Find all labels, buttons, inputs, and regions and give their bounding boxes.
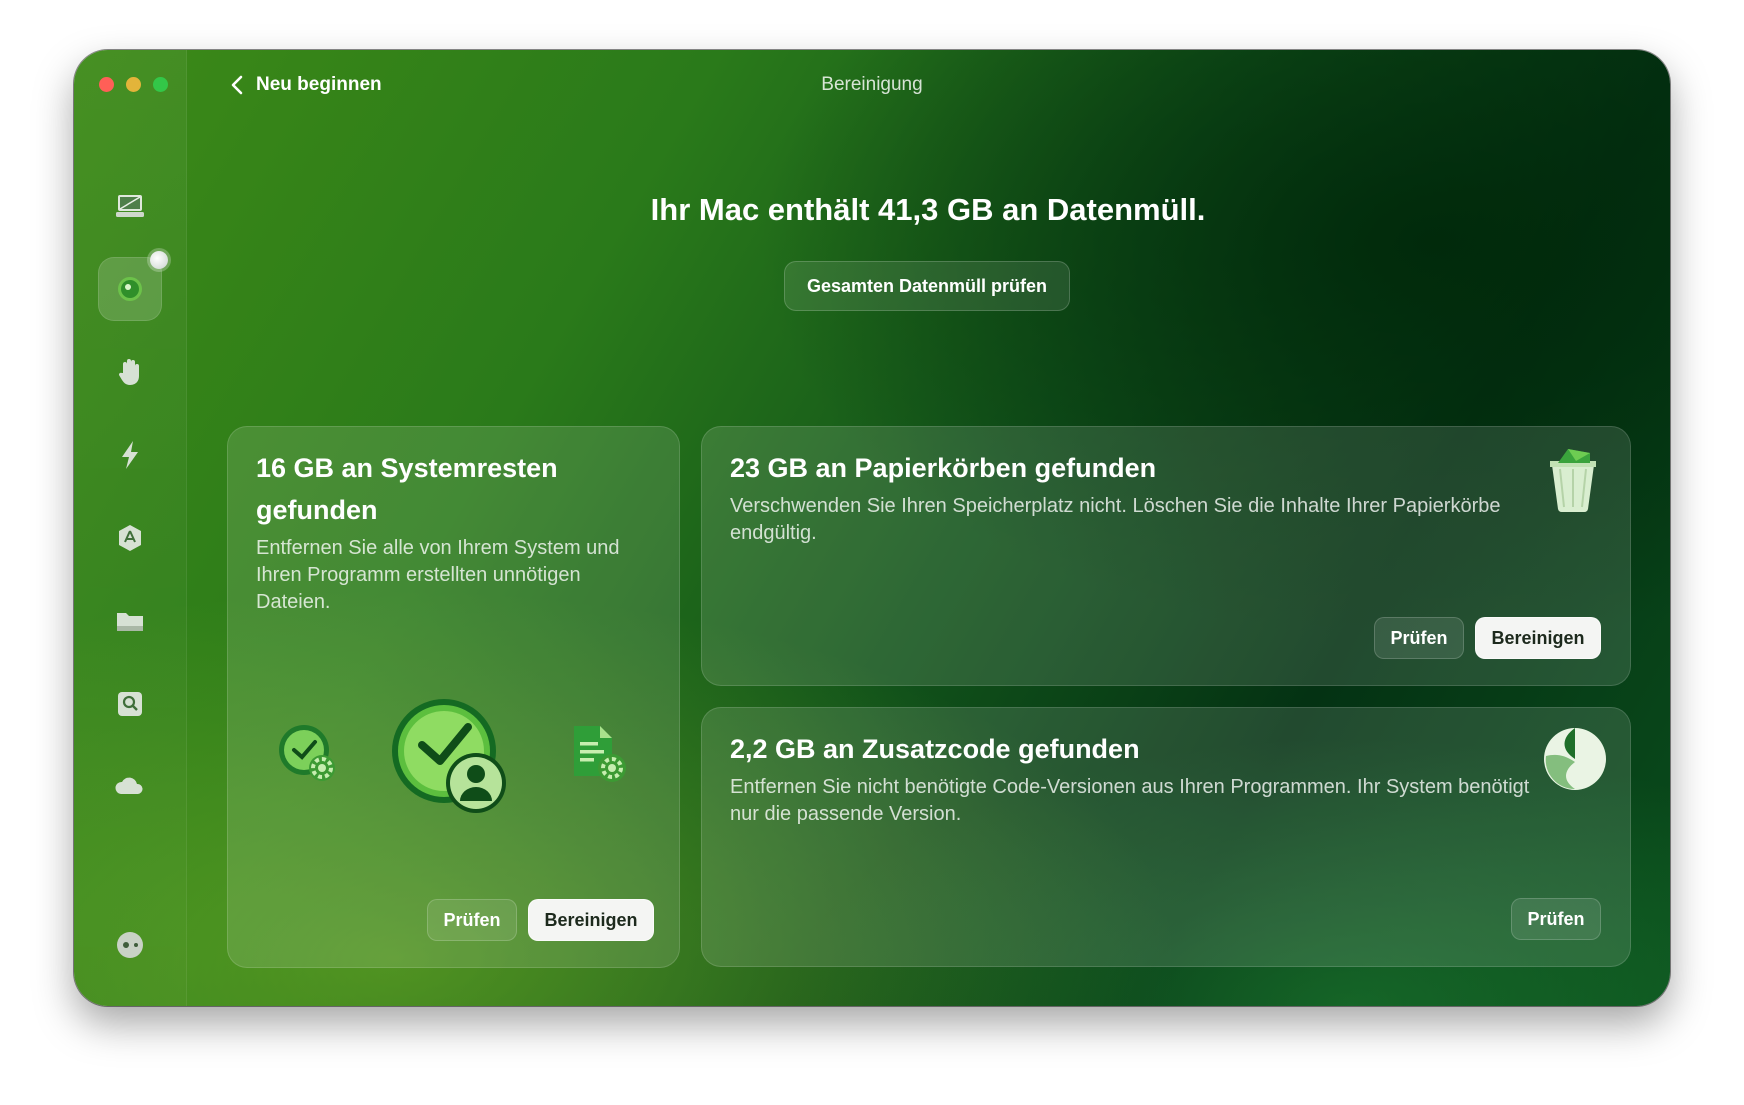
- sidebar: [74, 50, 187, 1006]
- system-junk-description: Entfernen Sie alle von Ihrem System und …: [256, 537, 620, 613]
- sidebar-item-cleanup[interactable]: [98, 251, 168, 321]
- sidebar-item-my-clutter[interactable]: [98, 589, 162, 653]
- system-junk-title: 16 GB an Systemresten gefunden: [256, 453, 558, 525]
- window-title: Bereinigung: [821, 74, 923, 95]
- clock-gear-icon: [279, 725, 335, 781]
- sidebar-item-space-lens[interactable]: [98, 672, 162, 736]
- sidebar-item-protection[interactable]: [98, 340, 162, 404]
- binaries-title: 2,2 GB an Zusatzcode gefunden: [730, 734, 1140, 764]
- smart-scan-icon: [116, 195, 144, 217]
- trash-bin-icon: [1550, 449, 1596, 513]
- hand-icon: [118, 359, 139, 385]
- assistant-icon: [117, 932, 143, 958]
- document-gear-icon: [574, 726, 626, 782]
- system-junk-review-button[interactable]: Prüfen: [427, 899, 517, 941]
- binaries-review-button[interactable]: Prüfen: [1511, 898, 1601, 940]
- space-lens-icon: [118, 692, 142, 716]
- trash-review-button[interactable]: Prüfen: [1374, 617, 1464, 659]
- sidebar-item-performance[interactable]: [98, 423, 162, 487]
- cloud-icon: [115, 777, 143, 794]
- app-window: Neu beginnen Bereinigung Ihr Mac enthält…: [74, 50, 1670, 1006]
- cleanup-icon: [118, 277, 142, 301]
- clock-user-icon: [392, 699, 506, 813]
- folder-icon: [117, 613, 143, 631]
- status-indicator: [150, 251, 168, 269]
- sidebar-item-smart-scan[interactable]: [98, 174, 162, 238]
- system-junk-clean-button[interactable]: Bereinigen: [528, 899, 654, 941]
- system-junk-card: 16 GB an Systemresten gefunden Entfernen…: [227, 426, 680, 968]
- lightning-icon: [122, 441, 138, 469]
- trash-card: 23 GB an Papierkörben gefunden Verschwen…: [701, 426, 1631, 686]
- trash-title: 23 GB an Papierkörben gefunden: [730, 453, 1157, 483]
- trash-clean-button[interactable]: Bereinigen: [1475, 617, 1601, 659]
- trash-description: Verschwenden Sie Ihren Speicherplatz nic…: [730, 495, 1501, 544]
- applications-icon: [119, 525, 141, 551]
- binaries-description: Entfernen Sie nicht benötigte Code-Versi…: [730, 776, 1530, 825]
- review-all-junk-button[interactable]: Gesamten Datenmüll prüfen: [784, 261, 1070, 311]
- sidebar-item-applications[interactable]: [98, 506, 162, 570]
- binaries-card: 2,2 GB an Zusatzcode gefunden Entfernen …: [701, 707, 1631, 967]
- sidebar-item-cloud[interactable]: [98, 755, 162, 819]
- page-headline: Ihr Mac enthält 41,3 GB an Datenmüll.: [650, 192, 1206, 227]
- binary-code-icon: [1544, 728, 1606, 790]
- sidebar-item-assistant[interactable]: [98, 913, 162, 977]
